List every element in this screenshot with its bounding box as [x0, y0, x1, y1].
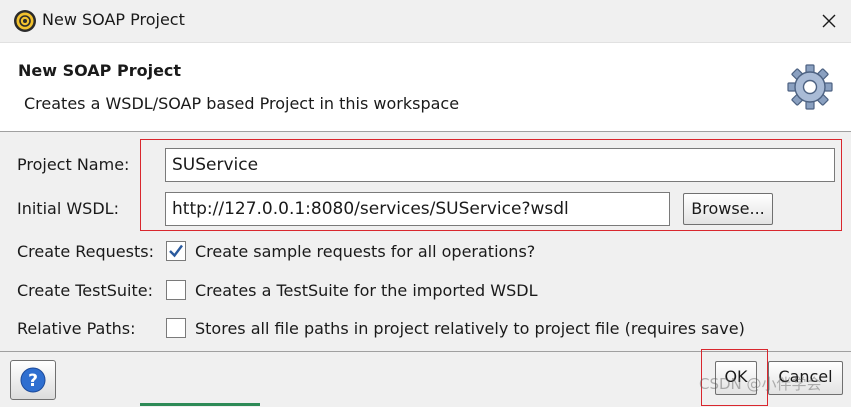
cancel-button[interactable]: Cancel [768, 361, 843, 395]
relative-paths-label: Relative Paths: [17, 319, 136, 338]
window-title: New SOAP Project [42, 10, 185, 29]
project-name-label: Project Name: [17, 155, 130, 174]
soapui-app-icon [14, 10, 36, 32]
initial-wsdl-field[interactable]: http://127.0.0.1:8080/services/SUService… [165, 192, 670, 226]
create-testsuite-label: Create TestSuite: [17, 281, 154, 300]
checkmark-icon [169, 244, 183, 258]
help-button[interactable]: ? [10, 360, 56, 400]
relative-paths-text: Stores all file paths in project relativ… [195, 319, 745, 338]
banner-title: New SOAP Project [18, 61, 182, 80]
title-bar: New SOAP Project [0, 0, 851, 43]
browse-button[interactable]: Browse... [683, 193, 773, 225]
project-name-field[interactable]: SUService [165, 148, 835, 182]
create-testsuite-text: Creates a TestSuite for the imported WSD… [195, 281, 538, 300]
ok-button[interactable]: OK [715, 361, 757, 395]
create-requests-label: Create Requests: [17, 242, 154, 261]
banner-description: Creates a WSDL/SOAP based Project in thi… [24, 94, 460, 113]
initial-wsdl-label: Initial WSDL: [17, 199, 119, 218]
header-banner: New SOAP Project Creates a WSDL/SOAP bas… [0, 43, 851, 132]
gear-icon [787, 64, 833, 110]
create-requests-checkbox[interactable] [166, 241, 186, 261]
help-icon: ? [20, 367, 46, 393]
close-button[interactable] [806, 0, 851, 42]
create-testsuite-checkbox[interactable] [166, 280, 186, 300]
create-requests-text: Create sample requests for all operation… [195, 242, 536, 261]
relative-paths-checkbox[interactable] [166, 318, 186, 338]
close-icon [822, 14, 835, 28]
svg-text:?: ? [28, 371, 38, 391]
